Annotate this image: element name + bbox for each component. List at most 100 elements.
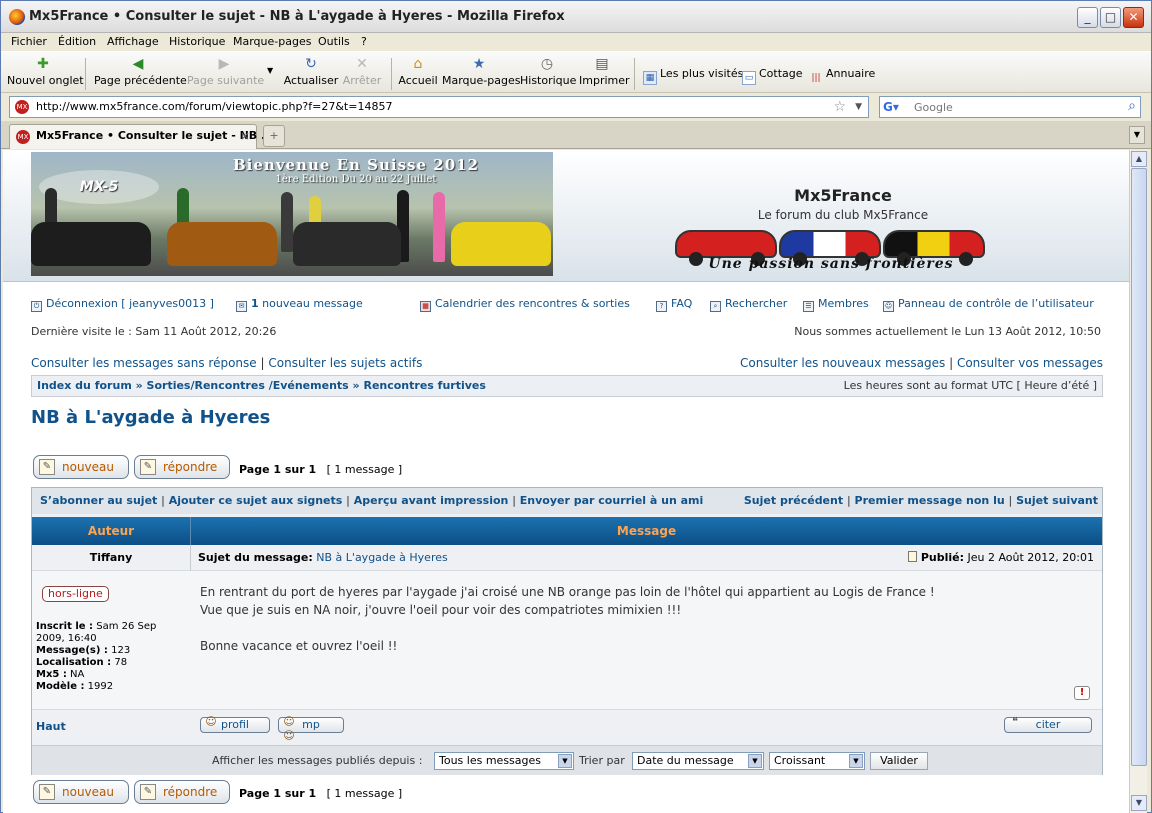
bookmark-annuaire[interactable]: ||| Annuaire <box>809 67 875 86</box>
bookmark-most-visited[interactable]: ▦ Les plus visités <box>643 67 743 85</box>
back-to-top-link[interactable]: Haut <box>36 720 66 733</box>
firefox-icon <box>9 9 25 25</box>
stop-button[interactable]: ✕ Arrêter <box>341 56 383 87</box>
back-button[interactable]: ◀ Page précédente <box>94 56 187 87</box>
menu-fichier[interactable]: Fichier <box>11 35 47 48</box>
quote-icon: ❝ <box>1012 715 1018 728</box>
post-date: Publié: Jeu 2 Août 2012, 20:01 <box>907 545 1094 571</box>
menu-affichage[interactable]: Affichage <box>107 35 159 48</box>
faq-link[interactable]: ? FAQ <box>656 297 692 312</box>
post-icon[interactable] <box>907 551 917 562</box>
next-topic-link[interactable]: Sujet suivant <box>1016 494 1098 507</box>
quote-button[interactable]: ❝ citer <box>1004 715 1092 733</box>
print-button[interactable]: ▤ Imprimer <box>579 56 630 87</box>
home-button[interactable]: ⌂ Accueil <box>398 56 438 87</box>
timezone-info: Les heures sont au format UTC [ Heure d’… <box>843 379 1097 392</box>
display-since-select[interactable]: Tous les messages ▼ <box>434 752 574 770</box>
tab-active[interactable]: MX Mx5France • Consulter le sujet - NB .… <box>9 124 274 149</box>
subscribe-link[interactable]: S’abonner au sujet <box>40 494 157 507</box>
tab-bar: MX Mx5France • Consulter le sujet - NB .… <box>1 121 1151 149</box>
search-input[interactable] <box>914 98 1114 116</box>
reply-button-bottom[interactable]: ✎ répondre <box>134 780 230 804</box>
reply-button[interactable]: ✎ répondre <box>134 455 230 479</box>
members-link[interactable]: ☰ Membres <box>803 297 869 312</box>
history-dropdown-icon[interactable]: ▼ <box>267 66 273 75</box>
search-box[interactable]: G▾ ⌕ <box>879 96 1141 118</box>
email-friend-link[interactable]: Envoyer par courriel à un ami <box>520 494 704 507</box>
reload-icon: ↻ <box>305 56 317 72</box>
toolbar-separator <box>391 58 392 90</box>
previous-topic-link[interactable]: Sujet précédent <box>744 494 843 507</box>
new-topic-button-bottom[interactable]: ✎ nouveau <box>33 780 129 804</box>
profile-button[interactable]: ☺ profil <box>200 715 270 733</box>
search-icon[interactable]: ⌕ <box>1128 98 1136 114</box>
post-author: Tiffany <box>89 551 133 564</box>
pagination-bottom: Page 1 sur 1 [ 1 message ] <box>239 787 403 800</box>
menu-help[interactable]: ? <box>361 35 367 48</box>
menu-marque-pages[interactable]: Marque-pages <box>233 35 311 48</box>
new-tab-icon: ✚ <box>37 56 49 72</box>
back-arrow-icon: ◀ <box>132 56 144 72</box>
maximize-button[interactable]: □ <box>1100 7 1121 28</box>
scroll-down-icon[interactable]: ▼ <box>1131 795 1147 811</box>
new-tab-button[interactable]: ✚ Nouvel onglet <box>7 56 84 87</box>
new-topic-button[interactable]: ✎ nouveau <box>33 455 129 479</box>
scrollbar-thumb[interactable] <box>1131 168 1147 766</box>
scroll-up-icon[interactable]: ▲ <box>1131 151 1147 167</box>
url-input[interactable]: MX http://www.mx5france.com/forum/viewto… <box>9 96 869 118</box>
menu-edition[interactable]: Édition <box>58 35 96 48</box>
bookmarks-button[interactable]: ★ Marque-pages <box>442 56 520 87</box>
bookmark-cottage[interactable]: ▭ Cottage <box>742 67 803 85</box>
your-posts-link[interactable]: Consulter vos messages <box>957 356 1103 370</box>
search-link[interactable]: ⌕ Rechercher <box>710 297 787 312</box>
minimize-button[interactable]: _ <box>1077 7 1098 28</box>
logout-link[interactable]: ⏻ Déconnexion [ jeanyves0013 ] <box>31 297 214 312</box>
post-content: En rentrant du port de hyeres par l'ayga… <box>200 583 1080 655</box>
profile-icon: ☺ <box>205 715 217 728</box>
first-unread-link[interactable]: Premier message non lu <box>855 494 1005 507</box>
search-links-right: Consulter les nouveaux messages | Consul… <box>740 356 1103 370</box>
bookmark-topic-link[interactable]: Ajouter ce sujet aux signets <box>169 494 343 507</box>
profile-joined: Inscrit le : Sam 26 Sep 2009, 16:40 <box>36 621 157 644</box>
calendar-icon: ▦ <box>420 301 431 312</box>
breadcrumb[interactable]: Index du forum » Sorties/Rencontres /Evé… <box>37 376 486 396</box>
menu-historique[interactable]: Historique <box>169 35 225 48</box>
menu-outils[interactable]: Outils <box>318 35 350 48</box>
profile-location: Localisation : 78 <box>36 657 128 668</box>
chevron-down-icon: ▼ <box>748 754 762 768</box>
new-tab-plus-button[interactable]: + <box>263 125 285 147</box>
google-icon[interactable]: G▾ <box>883 99 909 115</box>
current-time: Nous sommes actuellement le Lun 13 Août … <box>794 325 1101 338</box>
post-subject-link[interactable]: NB à L'aygade à Hyeres <box>316 551 447 564</box>
reload-button[interactable]: ↻ Actualiser <box>283 56 339 87</box>
offline-status-badge: hors-ligne <box>42 586 109 602</box>
active-topics-link[interactable]: Consulter les sujets actifs <box>268 356 422 370</box>
banner-car <box>167 222 277 266</box>
close-button[interactable]: ✕ <box>1123 7 1144 28</box>
calendar-link[interactable]: ▦ Calendrier des rencontres & sorties <box>420 297 630 312</box>
history-button[interactable]: ◷ Historique <box>520 56 576 87</box>
site-title: Mx5France <box>794 186 892 205</box>
private-message-button[interactable]: ☺☺ mp <box>278 715 344 742</box>
unanswered-link[interactable]: Consulter les messages sans réponse <box>31 356 257 370</box>
ucp-link[interactable]: ☺ Panneau de contrôle de l’utilisateur <box>883 297 1094 312</box>
new-posts-link[interactable]: Consulter les nouveaux messages <box>740 356 945 370</box>
post-footer-row: Haut ☺ profil ☺☺ mp ❝ citer <box>32 709 1102 745</box>
post-line: Bonne vacance et ouvrez l'oeil !! <box>200 639 398 653</box>
tab-close-icon[interactable]: × <box>240 125 250 147</box>
new-messages-link[interactable]: ✉ 1 nouveau message <box>236 297 363 312</box>
validate-button[interactable]: Valider <box>870 752 928 770</box>
print-preview-link[interactable]: Aperçu avant impression <box>354 494 509 507</box>
url-dropdown-icon[interactable]: ▼ <box>855 97 862 117</box>
sort-direction-select[interactable]: Croissant ▼ <box>769 752 865 770</box>
vertical-scrollbar[interactable]: ▲ ▼ <box>1129 150 1147 813</box>
page-title[interactable]: NB à L'aygade à Hyeres <box>31 407 270 428</box>
browser-window: Mx5France • Consulter le sujet - NB à L'… <box>0 0 1152 813</box>
report-post-button[interactable]: ! <box>1074 686 1090 700</box>
tab-list-dropdown-icon[interactable]: ▼ <box>1129 126 1145 144</box>
forward-button[interactable]: ▶ Page suivante <box>187 56 264 87</box>
sort-key-select[interactable]: Date du message ▼ <box>632 752 764 770</box>
power-icon: ⏻ <box>31 301 42 312</box>
topic-actions-bar: S’abonner au sujet | Ajouter ce sujet au… <box>32 488 1102 514</box>
bookmark-star-icon[interactable]: ☆ <box>833 97 846 117</box>
